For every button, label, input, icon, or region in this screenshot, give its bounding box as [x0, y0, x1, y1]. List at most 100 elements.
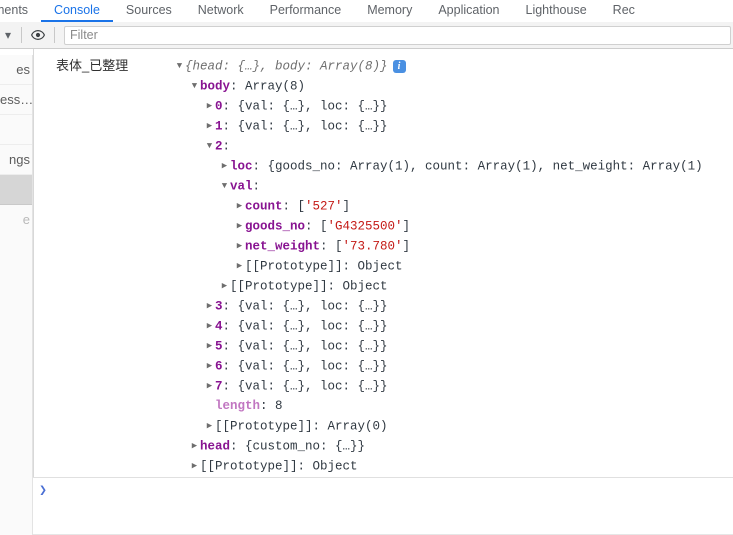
tree-token: length [215, 399, 261, 413]
row-body-length[interactable]: length: 8 [34, 396, 733, 416]
tree-token: 6 [215, 359, 223, 374]
tree-token: 8 [275, 399, 283, 413]
expand-arrow-icon[interactable] [189, 436, 200, 456]
tab-console[interactable]: Console [41, 0, 113, 22]
devtools-window: mentsConsoleSourcesNetworkPerformanceMem… [0, 0, 733, 535]
tree-token: : [252, 179, 261, 194]
tree-token: goods_no [245, 219, 306, 234]
tree-token: 2 [215, 139, 223, 154]
row-root-prototype[interactable]: [[Prototype]]: Object [34, 456, 733, 476]
expand-arrow-icon[interactable] [204, 376, 215, 396]
tree-token: {val: {…}, loc: {…}} [237, 99, 388, 114]
expand-arrow-icon[interactable] [204, 316, 215, 336]
sidebar-item-3[interactable] [0, 115, 32, 145]
row-body-2-val[interactable]: val: [34, 176, 733, 196]
tab-lighthouse[interactable]: Lighthouse [513, 0, 600, 22]
tab-application[interactable]: Application [425, 0, 512, 22]
row-val-net-weight[interactable]: net_weight: ['73.780'] [34, 236, 733, 256]
row-val-count[interactable]: count: ['527'] [34, 196, 733, 216]
sidebar-item-5[interactable] [0, 175, 32, 205]
tab-performance[interactable]: Performance [257, 0, 355, 22]
sidebar-item-4[interactable]: ngs [0, 145, 32, 175]
console-input[interactable] [53, 483, 733, 501]
tree-token: {head: {…}, body: Array(8)} [185, 59, 388, 74]
row-val-prototype[interactable]: [[Prototype]]: Object [34, 256, 733, 276]
tree-token: 3 [215, 299, 223, 314]
sidebar-item-2[interactable]: ess… [0, 85, 32, 115]
row-body[interactable]: body: Array(8) [34, 76, 733, 96]
row-body-1[interactable]: 1: {val: {…}, loc: {…}} [34, 116, 733, 136]
tree-token: 4 [215, 319, 223, 334]
tree-token: : [222, 359, 238, 374]
expand-arrow-icon[interactable] [234, 216, 245, 236]
tree-token: net_weight [245, 239, 321, 254]
tab-sources[interactable]: Sources [113, 0, 185, 22]
row-body-2-loc[interactable]: loc: {goods_no: Array(1), count: Array(1… [34, 156, 733, 176]
tree-token: : [222, 319, 238, 334]
expand-arrow-icon[interactable] [219, 276, 230, 296]
tab-network[interactable]: Network [185, 0, 257, 22]
toolbar-divider-1 [21, 27, 22, 43]
expand-arrow-icon[interactable] [219, 156, 230, 176]
tab-recorder[interactable]: Rec [600, 0, 648, 22]
row-root[interactable]: {head: {…}, body: Array(8)} i [34, 56, 733, 76]
tree-token: '527' [305, 199, 343, 214]
row-body-3[interactable]: 3: {val: {…}, loc: {…}} [34, 296, 733, 316]
toolbar-divider-2 [54, 27, 55, 43]
console-output-panel[interactable]: 表体_已整理 {head: {…}, body: Array(8)} i body:… [33, 49, 733, 535]
tree-token: loc [230, 159, 253, 174]
tree-token: [[Prototype]]: Object [245, 259, 403, 274]
collapse-arrow-icon[interactable] [219, 176, 230, 196]
tree-token: : [ [305, 219, 328, 234]
expand-arrow-icon[interactable] [204, 356, 215, 376]
row-val-goods-no[interactable]: goods_no: ['G4325500'] [34, 216, 733, 236]
tab-memory[interactable]: Memory [354, 0, 425, 22]
console-toolbar: ▾ [0, 22, 733, 49]
row-body-6[interactable]: 6: {val: {…}, loc: {…}} [34, 356, 733, 376]
prompt-caret-icon: ❯ [39, 483, 47, 498]
expand-arrow-icon[interactable] [204, 116, 215, 136]
expand-arrow-icon[interactable] [189, 456, 200, 476]
expand-arrow-icon[interactable] [204, 416, 215, 436]
tree-token: : [230, 79, 246, 94]
tree-token: {val: {…}, loc: {…}} [237, 339, 388, 354]
context-selector-caret[interactable]: ▾ [0, 28, 16, 42]
sidebar-item-6[interactable]: e [0, 205, 32, 235]
row-body-2-prototype[interactable]: [[Prototype]]: Object [34, 276, 733, 296]
collapse-arrow-icon[interactable] [189, 76, 200, 96]
expand-arrow-icon[interactable] [234, 256, 245, 276]
tab-elements[interactable]: ments [0, 0, 41, 22]
info-icon[interactable]: i [392, 59, 406, 73]
tree-token: 'G4325500' [327, 219, 403, 234]
row-body-7[interactable]: 7: {val: {…}, loc: {…}} [34, 376, 733, 396]
console-log-entry: 表体_已整理 {head: {…}, body: Array(8)} i body:… [34, 49, 733, 476]
collapse-arrow-icon[interactable] [204, 136, 215, 156]
filter-input[interactable] [64, 25, 731, 45]
tree-token: {val: {…}, loc: {…}} [237, 379, 388, 394]
tree-token: {goods_no: Array(1), count: Array(1), ne… [267, 159, 703, 174]
row-body-0[interactable]: 0: {val: {…}, loc: {…}} [34, 96, 733, 116]
app-sidebar: es ess… ngs e [0, 55, 33, 535]
expand-arrow-icon[interactable] [234, 196, 245, 216]
row-body-2[interactable]: 2: [34, 136, 733, 156]
tree-token: : [ [320, 239, 343, 254]
eye-icon[interactable] [27, 24, 49, 46]
row-body-4[interactable]: 4: {val: {…}, loc: {…}} [34, 316, 733, 336]
collapse-arrow-icon[interactable] [174, 56, 185, 76]
expand-arrow-icon[interactable] [234, 236, 245, 256]
tree-token: 0 [215, 99, 223, 114]
tree-token: ] [402, 239, 411, 254]
tree-token: {custom_no: {…}} [245, 439, 366, 454]
tree-token: Array(8) [245, 79, 306, 94]
row-body-5[interactable]: 5: {val: {…}, loc: {…}} [34, 336, 733, 356]
expand-arrow-icon[interactable] [204, 96, 215, 116]
expand-arrow-icon[interactable] [204, 336, 215, 356]
tree-token: [[Prototype]]: Array(0) [215, 419, 388, 434]
expand-arrow-icon[interactable] [204, 296, 215, 316]
sidebar-item-1[interactable]: es [0, 55, 32, 85]
tree-token: 7 [215, 379, 223, 394]
tree-token: [[Prototype]]: Object [200, 459, 358, 474]
row-head[interactable]: head: {custom_no: {…}} [34, 436, 733, 456]
console-prompt[interactable]: ❯ [33, 478, 733, 535]
row-body-prototype[interactable]: [[Prototype]]: Array(0) [34, 416, 733, 436]
